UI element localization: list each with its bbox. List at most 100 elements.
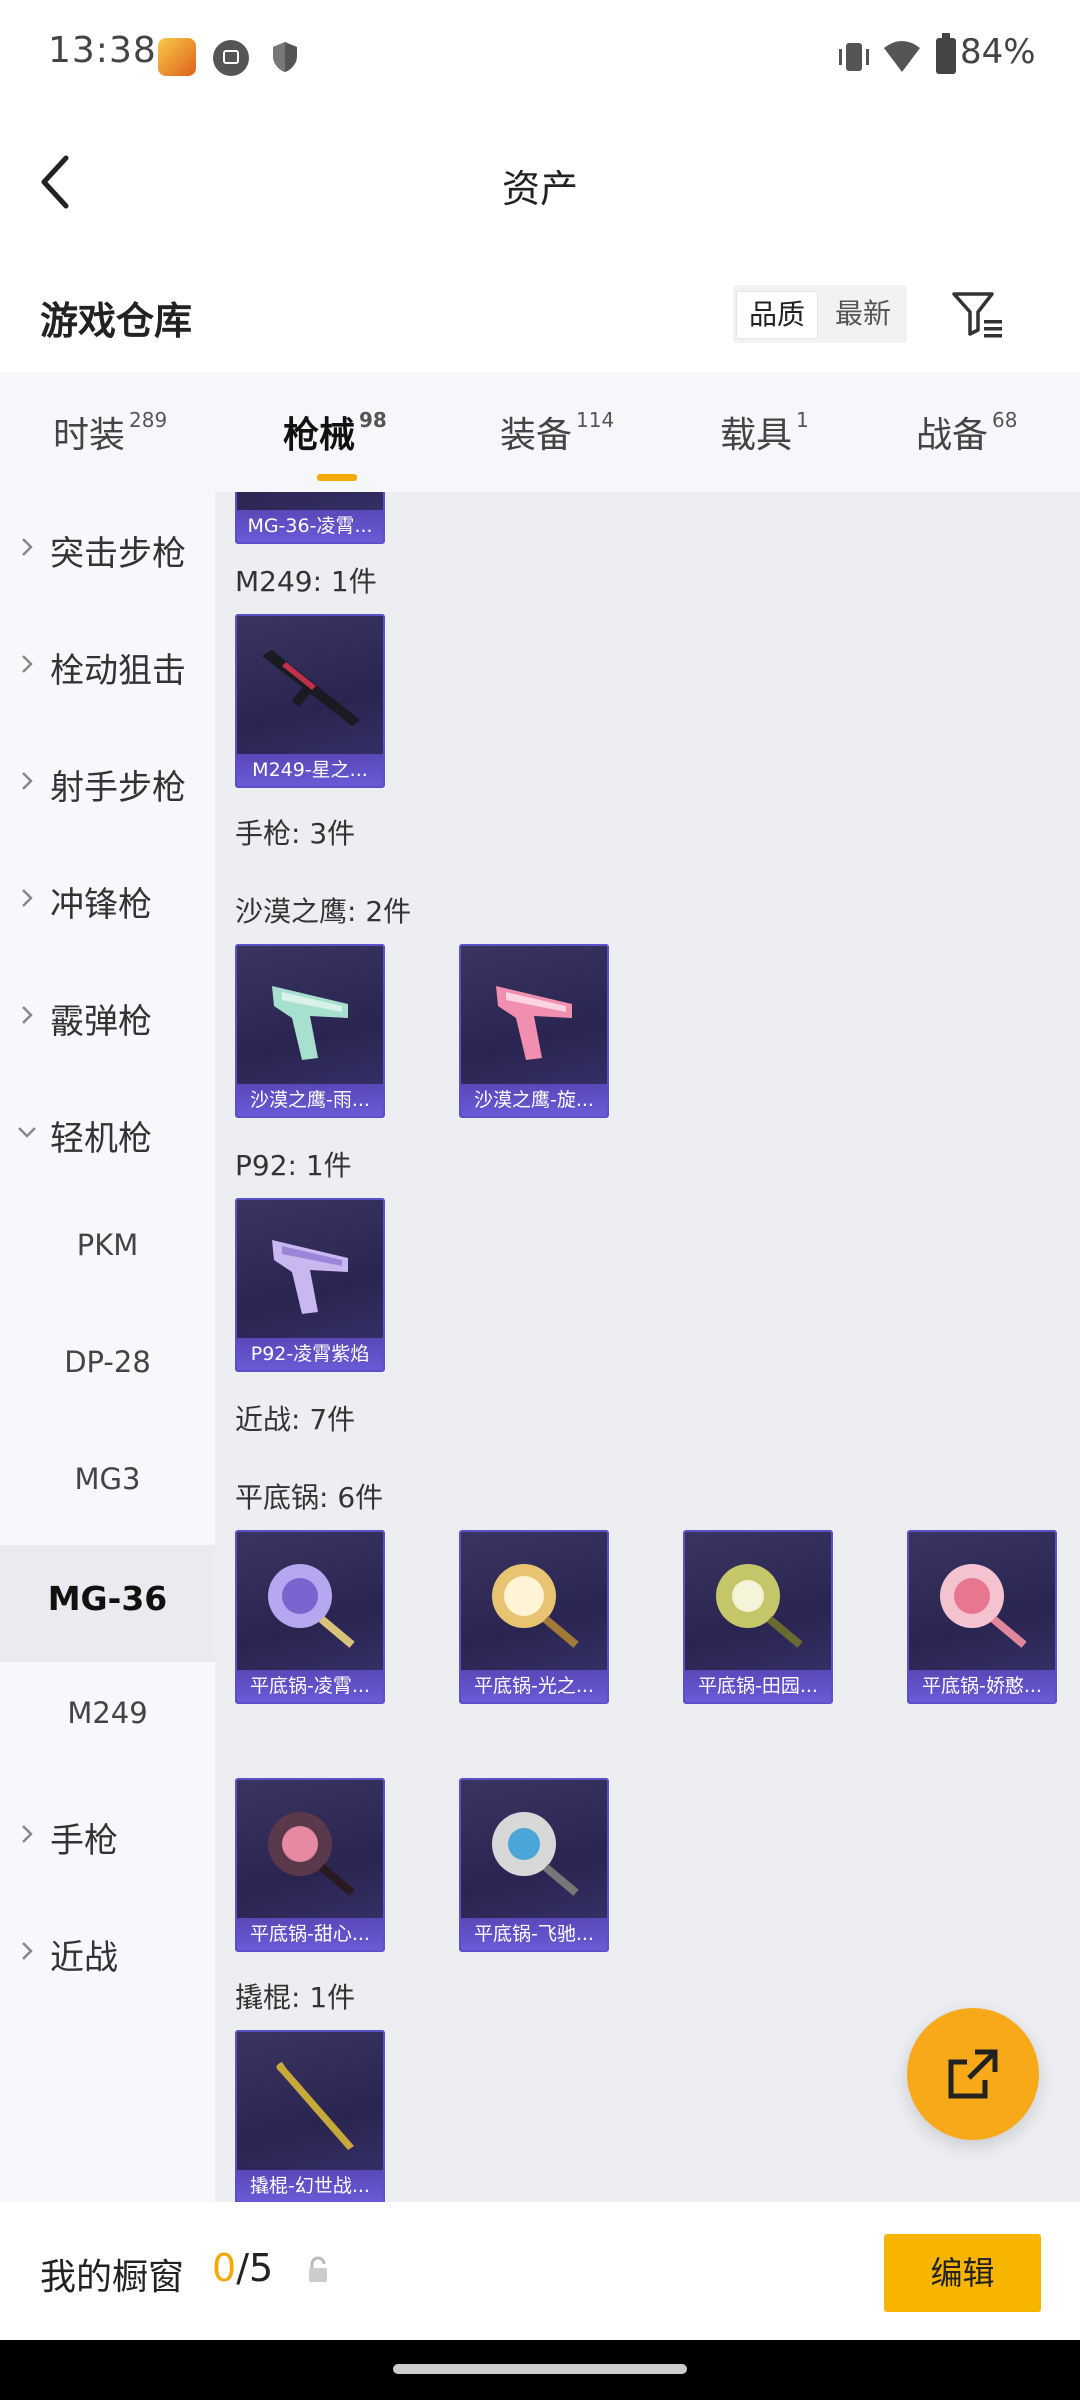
item-card[interactable]: 平底锅-娇憨... (907, 1530, 1057, 1704)
home-gesture-handle[interactable] (393, 2364, 687, 2374)
section-header: P92: 1件 (235, 1149, 352, 1182)
item-card[interactable]: 平底锅-光之... (459, 1530, 609, 1704)
item-name: M249-星之... (237, 754, 383, 786)
section-header: 平底锅: 6件 (235, 1481, 384, 1514)
tab-label: 战备 (916, 415, 989, 456)
top-header: 资产 (0, 130, 1080, 240)
item-card[interactable]: 平底锅-田园... (683, 1530, 833, 1704)
section-header: 撬棍: 1件 (235, 1981, 356, 2014)
item-name: 平底锅-光之... (461, 1670, 607, 1702)
pistol-icon (272, 986, 348, 1060)
item-name: 平底锅-田园... (685, 1670, 831, 1702)
tab-count: 98 (359, 408, 387, 432)
tab-count: 114 (576, 408, 615, 432)
tab-vehicles[interactable]: 载具 1 (720, 406, 809, 458)
pan-icon (268, 1812, 355, 1896)
app-notification-icon (158, 38, 196, 76)
wifi-icon (884, 41, 920, 72)
item-name: 沙漠之鹰-雨... (237, 1084, 383, 1116)
item-card[interactable]: 平底锅-凌霄... (235, 1530, 385, 1704)
tab-equipment[interactable]: 装备 114 (500, 406, 614, 458)
item-card[interactable]: 沙漠之鹰-雨... (235, 944, 385, 1118)
sidebar-item-smg[interactable]: 冲锋枪 (0, 843, 215, 960)
edit-button[interactable]: 编辑 (884, 2234, 1041, 2312)
sidebar-item-label: MG3 (74, 1462, 141, 1496)
sidebar-item-label: 突击步枪 (50, 534, 186, 574)
sort-quality-option[interactable]: 品质 (736, 291, 819, 339)
sidebar-subitem-dp28[interactable]: DP-28 (0, 1311, 215, 1428)
item-name: 平底锅-甜心... (237, 1918, 383, 1950)
item-card[interactable]: 平底锅-甜心... (235, 1778, 385, 1952)
chevron-right-icon (22, 772, 33, 790)
sidebar-item-lmg[interactable]: 轻机枪 (0, 1077, 215, 1194)
item-card[interactable]: MG-36-凌霄... (235, 492, 385, 544)
sidebar-subitem-mg36[interactable]: MG-36 (0, 1545, 215, 1662)
sidebar-item-label: 轻机枪 (50, 1119, 152, 1159)
section-header: 沙漠之鹰: 2件 (235, 895, 412, 928)
item-name: 沙漠之鹰-旋... (461, 1084, 607, 1116)
lock-icon (309, 2256, 327, 2282)
showcase-current: 0 (212, 2246, 237, 2290)
sidebar-item-label: M249 (67, 1696, 148, 1730)
sidebar-subitem-mg3[interactable]: MG3 (0, 1428, 215, 1545)
warehouse-title: 游戏仓库 (40, 299, 193, 343)
sidebar-item-pistol[interactable]: 手枪 (0, 1779, 215, 1896)
calendar-icon (213, 40, 249, 76)
sort-toggle: 品质 最新 (733, 285, 907, 343)
sidebar-subitem-pkm[interactable]: PKM (0, 1194, 215, 1311)
item-card[interactable]: M249-星之... (235, 614, 385, 788)
chevron-right-icon (22, 1006, 33, 1024)
item-name: 平底锅-娇憨... (909, 1670, 1055, 1702)
showcase-label: 我的橱窗 (40, 2257, 185, 2298)
status-bar: 13:38 84% (0, 0, 1080, 110)
pan-icon (268, 1564, 355, 1648)
chevron-right-icon (22, 889, 33, 907)
pan-icon (716, 1564, 803, 1648)
sidebar-item-label: 冲锋枪 (50, 885, 152, 925)
pan-icon (492, 1812, 579, 1896)
tab-fashion[interactable]: 时装 289 (53, 406, 167, 458)
tab-gear[interactable]: 战备 68 (916, 406, 1017, 458)
vibrate-icon (839, 43, 869, 71)
tab-weapons[interactable]: 枪械 98 (283, 406, 387, 481)
chevron-right-icon (22, 655, 33, 673)
item-name: 撬棍-幻世战... (237, 2170, 383, 2202)
sidebar-item-shotgun[interactable]: 霰弹枪 (0, 960, 215, 1077)
filter-icon[interactable] (950, 288, 1006, 340)
sidebar-item-marksman-rifle[interactable]: 射手步枪 (0, 726, 215, 843)
weapon-category-sidebar: 突击步枪 栓动狙击 射手步枪 冲锋枪 霰弹枪 轻机枪 PKM DP-28 MG3… (0, 492, 215, 2202)
page-title: 资产 (501, 167, 578, 211)
active-tab-underline (317, 474, 357, 481)
chevron-right-icon (22, 1942, 33, 1960)
sidebar-item-melee[interactable]: 近战 (0, 1896, 215, 2013)
sidebar-item-label: 近战 (50, 1938, 118, 1978)
pistol-icon (496, 986, 572, 1060)
status-time: 13:38 (48, 30, 157, 71)
section-header: M249: 1件 (235, 565, 377, 598)
share-button[interactable] (907, 2008, 1039, 2140)
item-name: 平底锅-飞驰... (461, 1918, 607, 1950)
item-card[interactable]: 沙漠之鹰-旋... (459, 944, 609, 1118)
shield-icon (273, 42, 297, 72)
battery-percent: 84% (960, 32, 1036, 72)
item-card[interactable]: 平底锅-飞驰... (459, 1778, 609, 1952)
sidebar-item-label: 栓动狙击 (50, 651, 186, 691)
pan-icon (492, 1564, 579, 1648)
sidebar-item-assault-rifle[interactable]: 突击步枪 (0, 492, 215, 609)
crowbar-icon (276, 2062, 354, 2150)
sidebar-subitem-m249[interactable]: M249 (0, 1662, 215, 1779)
sidebar-item-label: 手枪 (50, 1821, 118, 1861)
showcase-count: 0/5 (212, 2246, 273, 2290)
showcase-bar: 我的橱窗 0/5 编辑 (0, 2204, 1080, 2340)
item-card[interactable]: P92-凌霄紫焰 (235, 1198, 385, 1372)
sidebar-item-label: 射手步枪 (50, 768, 186, 808)
tab-count: 289 (129, 408, 168, 432)
pan-icon (940, 1564, 1027, 1648)
external-link-icon (948, 2049, 998, 2099)
item-card[interactable]: 撬棍-幻世战... (235, 2030, 385, 2202)
sidebar-item-label: MG-36 (47, 1579, 168, 1618)
sidebar-item-bolt-sniper[interactable]: 栓动狙击 (0, 609, 215, 726)
sort-newest-option[interactable]: 最新 (823, 291, 903, 337)
chevron-right-icon (22, 538, 33, 556)
chevron-right-icon (22, 1825, 33, 1843)
